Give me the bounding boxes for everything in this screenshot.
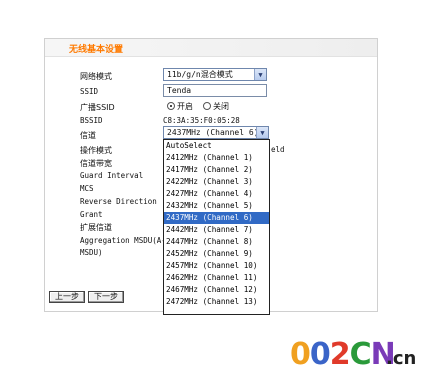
- bssid-value: C8:3A:35:F0:05:28: [163, 116, 240, 125]
- guard-interval-label: Guard Interval: [80, 171, 144, 180]
- chevron-down-icon[interactable]: ▼: [254, 69, 266, 80]
- broadcast-off-label: 关闭: [213, 102, 229, 111]
- prev-step-button[interactable]: 上一步: [49, 291, 85, 303]
- channel-dropdown-list[interactable]: AutoSelect 2412MHz (Channel 1) 2417MHz (Ch…: [163, 139, 270, 315]
- network-mode-value: 11b/g/n混合模式: [167, 70, 233, 79]
- site-watermark-logo: 002CN .cn: [290, 338, 420, 372]
- watermark-letter: 0: [309, 337, 331, 372]
- broadcast-ssid-label: 广播SSID: [80, 103, 115, 112]
- bssid-label: BSSID: [80, 116, 103, 125]
- grant-label: Grant: [80, 210, 103, 219]
- operating-mode-label: 操作模式: [80, 146, 112, 155]
- broadcast-off-radio[interactable]: [203, 102, 211, 110]
- watermark-letter: 0: [290, 337, 311, 372]
- ssid-value: Tenda: [167, 86, 192, 95]
- mcs-label: MCS: [80, 184, 94, 193]
- channel-option[interactable]: 2467MHz (Channel 12): [164, 284, 269, 296]
- watermark-letter: 2: [329, 337, 351, 372]
- channel-option[interactable]: 2472MHz (Channel 13): [164, 296, 269, 308]
- channel-label: 信道: [80, 131, 96, 140]
- aggregation-msdu-label: Aggregation MSDU(A-: [80, 236, 166, 245]
- extension-channel-label: 扩展信道: [80, 223, 112, 232]
- channel-option[interactable]: 2442MHz (Channel 7): [164, 224, 269, 236]
- broadcast-on-label: 开启: [177, 102, 193, 111]
- channel-option[interactable]: AutoSelect: [164, 140, 269, 152]
- ssid-label: SSID: [80, 87, 99, 96]
- channel-option[interactable]: 2447MHz (Channel 8): [164, 236, 269, 248]
- watermark-suffix: .cn: [386, 348, 417, 369]
- channel-option[interactable]: 2412MHz (Channel 1): [164, 152, 269, 164]
- watermark-text: 002CN: [290, 337, 396, 372]
- channel-option[interactable]: 2417MHz (Channel 2): [164, 164, 269, 176]
- channel-option[interactable]: 2452MHz (Channel 9): [164, 248, 269, 260]
- network-mode-select[interactable]: 11b/g/n混合模式 ▼: [163, 68, 267, 81]
- ssid-input[interactable]: Tenda: [163, 84, 267, 97]
- channel-option[interactable]: 2457MHz (Channel 10): [164, 260, 269, 272]
- operating-mode-partial-value: eld: [271, 145, 285, 154]
- channel-option[interactable]: 2432MHz (Channel 5): [164, 200, 269, 212]
- channel-select[interactable]: 2437MHz (Channel 6) ▼: [163, 126, 269, 139]
- wireless-settings-panel: 无线基本设置 网络模式 11b/g/n混合模式 ▼ SSID Tenda 广播S…: [44, 38, 378, 315]
- watermark-letter: C: [349, 337, 372, 372]
- aggregation-msdu-label-cont: MSDU): [80, 248, 103, 257]
- channel-option[interactable]: 2427MHz (Channel 4): [164, 188, 269, 200]
- broadcast-on-radio[interactable]: [167, 102, 175, 110]
- panel-title: 无线基本设置: [69, 45, 124, 55]
- panel-title-bar: 无线基本设置: [45, 39, 377, 57]
- channel-option[interactable]: 2422MHz (Channel 3): [164, 176, 269, 188]
- next-step-button[interactable]: 下一步: [88, 291, 124, 303]
- chevron-down-icon[interactable]: ▼: [256, 127, 268, 138]
- network-mode-label: 网络模式: [80, 72, 112, 81]
- reverse-direction-label: Reverse Direction: [80, 197, 157, 206]
- channel-option[interactable]: 2462MHz (Channel 11): [164, 272, 269, 284]
- channel-option[interactable]: 2437MHz (Channel 6): [164, 212, 269, 224]
- channel-value: 2437MHz (Channel 6): [167, 128, 259, 137]
- channel-bandwidth-label: 信道带宽: [80, 159, 112, 168]
